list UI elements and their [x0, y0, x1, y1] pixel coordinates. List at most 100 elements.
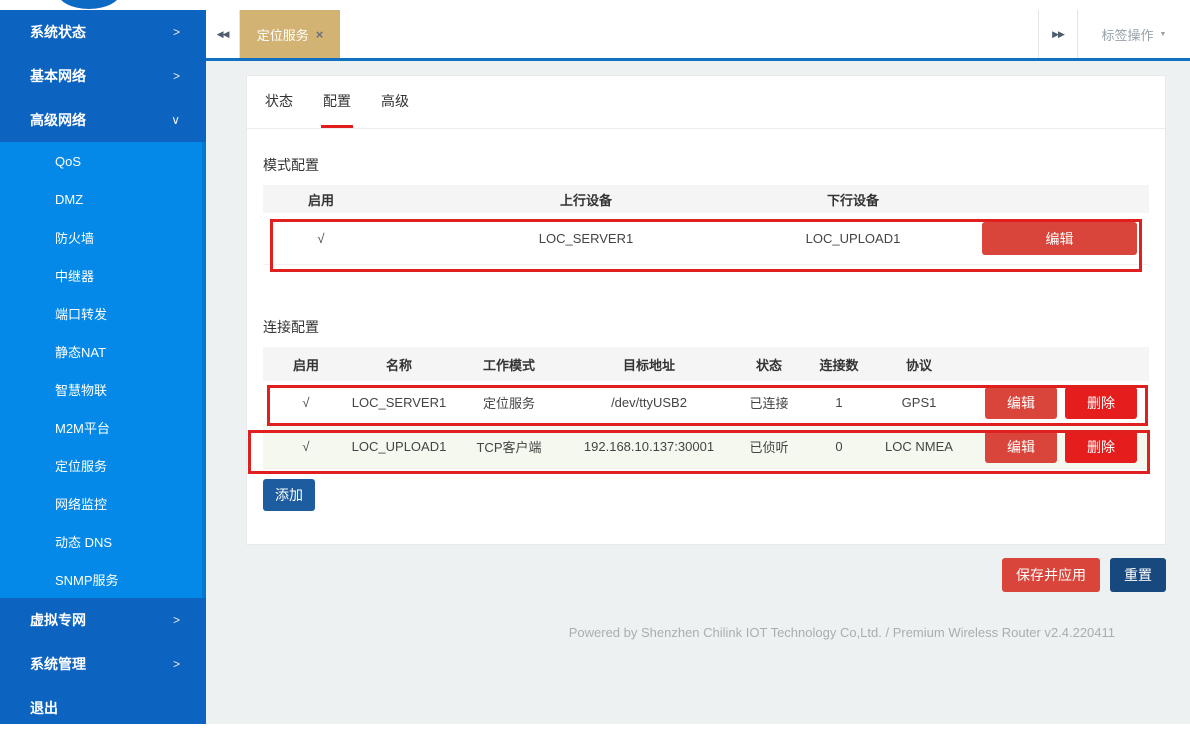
target-address-value: 192.168.10.137:30001 [569, 439, 729, 454]
mode-config-table: 启用 上行设备 下行设备 √ LOC_SERVER1 LOC_UPLOAD1 编… [263, 185, 1149, 265]
connection-count-value: 1 [809, 395, 869, 410]
sidebar-item-vpn[interactable]: 虚拟专网 > [0, 598, 206, 642]
name-value: LOC_UPLOAD1 [349, 439, 449, 454]
sidebar-item-label: 系统管理 [30, 654, 86, 674]
sidebar-item-dynamic-dns[interactable]: 动态 DNS [0, 522, 206, 560]
top-strip [0, 0, 1190, 10]
sidebar-item-label: 基本网络 [30, 66, 86, 86]
sidebar-item-system-status[interactable]: 系统状态 > [0, 10, 206, 54]
connection-count-value: 0 [809, 439, 869, 454]
edit-button[interactable]: 编辑 [982, 222, 1137, 255]
sidebar-item-network-monitor[interactable]: 网络监控 [0, 484, 206, 522]
chevron-right-icon: > [173, 69, 180, 83]
sidebar-item-label: 动态 DNS [55, 532, 112, 551]
chevron-right-icon: > [173, 657, 180, 671]
sidebar-item-basic-network[interactable]: 基本网络 > [0, 54, 206, 98]
sidebar-item-firewall[interactable]: 防火墙 [0, 218, 206, 256]
enabled-checkmark: √ [263, 439, 349, 454]
logo [57, 0, 121, 9]
sidebar-item-system-management[interactable]: 系统管理 > [0, 642, 206, 686]
tab-status[interactable]: 状态 [263, 76, 295, 128]
target-address-value: /dev/ttyUSB2 [569, 395, 729, 410]
tab-bar: ◀◀ 定位服务 × ▶▶ 标签操作 ▼ [206, 10, 1190, 61]
table-row: √ LOC_UPLOAD1 TCP客户端 192.168.10.137:3000… [263, 425, 1149, 469]
tab-label: 高级 [381, 91, 409, 111]
sidebar-item-smart-iot[interactable]: 智慧物联 [0, 370, 206, 408]
table-row: √ LOC_SERVER1 LOC_UPLOAD1 编辑 [263, 213, 1149, 265]
status-value: 已侦听 [729, 437, 809, 456]
double-arrow-left-icon: ◀◀ [217, 29, 229, 40]
tab-location-service[interactable]: 定位服务 × [240, 10, 340, 58]
sidebar-submenu: QoS DMZ 防火墙 中继器 端口转发 静态NAT 智慧物联 M2M平台 定位… [0, 142, 206, 598]
close-icon[interactable]: × [316, 27, 324, 42]
sidebar-item-label: 系统状态 [30, 22, 86, 42]
delete-button[interactable]: 删除 [1065, 431, 1137, 463]
add-button[interactable]: 添加 [263, 479, 315, 511]
sidebar-item-snmp-service[interactable]: SNMP服务 [0, 560, 206, 598]
column-header: 协议 [869, 355, 969, 374]
settings-card: 状态 配置 高级 模式配置 启用 上行设备 下行设备 √ LOC_SERVER1… [246, 75, 1166, 545]
sidebar-item-label: 定位服务 [55, 456, 107, 475]
sidebar-item-port-forwarding[interactable]: 端口转发 [0, 294, 206, 332]
edit-button[interactable]: 编辑 [985, 431, 1057, 463]
sidebar-item-repeater[interactable]: 中继器 [0, 256, 206, 294]
tab-advanced[interactable]: 高级 [379, 76, 411, 128]
column-header: 启用 [263, 355, 349, 374]
table-header-row: 启用 上行设备 下行设备 [263, 185, 1149, 213]
protocol-value: LOC NMEA [869, 439, 969, 454]
form-actions: 保存并应用 重置 [1002, 558, 1166, 592]
tabs-scroll-right-button[interactable]: ▶▶ [1038, 10, 1078, 58]
section-title: 连接配置 [263, 317, 1149, 337]
delete-button[interactable]: 删除 [1065, 387, 1137, 419]
column-header: 启用 [263, 190, 379, 209]
mode-config-section: 模式配置 启用 上行设备 下行设备 √ LOC_SERVER1 LOC_UPLO… [263, 155, 1149, 265]
upstream-device-value: LOC_SERVER1 [379, 231, 793, 246]
sidebar-item-label: 端口转发 [55, 304, 107, 323]
sidebar-item-label: 中继器 [55, 266, 94, 285]
reset-button[interactable]: 重置 [1110, 558, 1166, 592]
tab-label: 状态 [265, 91, 293, 111]
edit-button[interactable]: 编辑 [985, 387, 1057, 419]
sidebar-item-label: 虚拟专网 [30, 610, 86, 630]
main-content: 状态 配置 高级 模式配置 启用 上行设备 下行设备 √ LOC_SERVER1… [206, 61, 1190, 724]
sidebar-item-qos[interactable]: QoS [0, 142, 206, 180]
status-value: 已连接 [729, 393, 809, 412]
save-and-apply-button[interactable]: 保存并应用 [1002, 558, 1100, 592]
sidebar-item-logout[interactable]: 退出 [0, 686, 206, 730]
table-header-row: 启用 名称 工作模式 目标地址 状态 连接数 协议 [263, 347, 1149, 381]
caret-down-icon: ▼ [1160, 31, 1167, 38]
tabbar-spacer [340, 10, 1038, 58]
tab-label: 定位服务 [257, 25, 309, 44]
sidebar-item-dmz[interactable]: DMZ [0, 180, 206, 218]
sidebar-item-label: 防火墙 [55, 228, 94, 247]
sidebar-item-label: M2M平台 [55, 418, 110, 437]
work-mode-value: TCP客户端 [449, 437, 569, 456]
row-actions: 编辑 [913, 222, 1149, 255]
connection-config-section: 连接配置 启用 名称 工作模式 目标地址 状态 连接数 协议 √ LOC_SER… [263, 317, 1149, 511]
column-header: 下行设备 [793, 190, 913, 209]
sidebar-item-static-nat[interactable]: 静态NAT [0, 332, 206, 370]
column-header: 上行设备 [379, 190, 793, 209]
column-header: 目标地址 [569, 355, 729, 374]
sidebar-item-label: 网络监控 [55, 494, 107, 513]
tab-label: 配置 [323, 91, 351, 111]
row-actions: 编辑 删除 [969, 387, 1149, 419]
footer-credit: Powered by Shenzhen Chilink IOT Technolo… [569, 625, 1115, 640]
chevron-right-icon: > [173, 613, 180, 627]
column-header: 工作模式 [449, 355, 569, 374]
double-arrow-right-icon: ▶▶ [1052, 29, 1064, 40]
enabled-checkmark: √ [263, 231, 379, 246]
sidebar-item-advanced-network[interactable]: 高级网络 ∨ [0, 98, 206, 142]
sidebar-item-location-service[interactable]: 定位服务 [0, 446, 206, 484]
tab-operations-dropdown[interactable]: 标签操作 ▼ [1078, 10, 1190, 58]
sidebar-item-label: 静态NAT [55, 342, 106, 361]
chevron-right-icon: > [173, 25, 180, 39]
sidebar-item-m2m-platform[interactable]: M2M平台 [0, 408, 206, 446]
sidebar-item-label: QoS [55, 154, 81, 169]
connection-config-table: 启用 名称 工作模式 目标地址 状态 连接数 协议 √ LOC_SERVER1 … [263, 347, 1149, 469]
sidebar-item-label: 退出 [30, 698, 58, 718]
sidebar-item-label: SNMP服务 [55, 570, 119, 589]
tab-config[interactable]: 配置 [321, 76, 353, 128]
enabled-checkmark: √ [263, 395, 349, 410]
tabs-scroll-left-button[interactable]: ◀◀ [206, 10, 240, 58]
